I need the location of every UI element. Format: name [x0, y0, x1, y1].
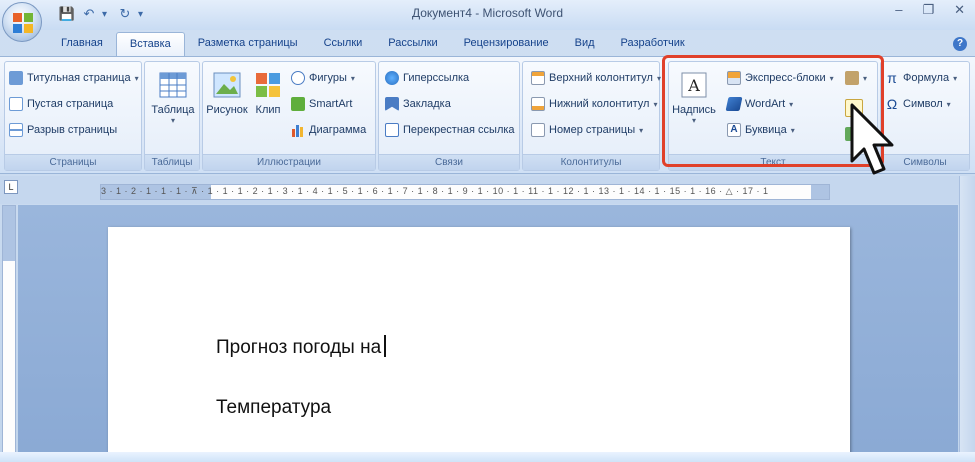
word-window: 💾 ↶ ▾ ↻ ▾ Документ4 - Microsoft Word – ❐…	[0, 0, 975, 462]
shapes-icon	[291, 71, 305, 85]
group-label-links: Связи	[379, 154, 519, 170]
tab-stop-selector[interactable]: L	[4, 180, 18, 194]
tab-insert[interactable]: Вставка	[115, 32, 185, 56]
text-caret	[384, 335, 387, 357]
equation-button[interactable]: π Формула ▾	[885, 68, 957, 88]
group-tables: Таблица ▾ Таблицы	[144, 61, 200, 171]
restore-button[interactable]: ❐	[922, 2, 934, 18]
minimize-button[interactable]: –	[895, 2, 902, 18]
group-links: Гиперссылка Закладка Перекрестная ссылка…	[378, 61, 520, 171]
group-header-footer: Верхний колонтитул ▾ Нижний колонтитул ▾ Н…	[522, 61, 661, 171]
bookmark-button[interactable]: Закладка	[385, 94, 451, 114]
table-icon	[159, 72, 187, 98]
page-break-icon	[9, 123, 23, 137]
document-page[interactable]: Прогноз погоды на Температура	[108, 227, 850, 462]
footer-icon	[531, 97, 545, 111]
chart-icon	[292, 125, 303, 137]
tab-review[interactable]: Рецензирование	[451, 32, 562, 56]
header-icon	[531, 71, 545, 85]
hyperlink-icon	[385, 71, 399, 85]
group-label-header-footer: Колонтитулы	[523, 154, 659, 170]
ribbon-tabs: Главная Вставка Разметка страницы Ссылки…	[48, 32, 698, 56]
mouse-pointer-icon	[850, 103, 894, 175]
pi-icon: π	[887, 70, 897, 86]
cross-reference-icon	[385, 123, 399, 137]
page-number-icon	[531, 123, 545, 137]
window-controls: – ❐ ✕	[895, 2, 965, 18]
horizontal-ruler[interactable]: 3 · 1 · 2 · 1 · 1 · 1 · ⊼ · 1 · 1 · 1 · …	[100, 184, 830, 200]
hyperlink-button[interactable]: Гиперссылка	[385, 68, 469, 88]
cross-reference-button[interactable]: Перекрестная ссылка	[385, 120, 515, 140]
document-line-2[interactable]: Температура	[216, 397, 331, 419]
group-label-tables: Таблицы	[145, 154, 199, 170]
tab-home[interactable]: Главная	[48, 32, 116, 56]
footer-button[interactable]: Нижний колонтитул ▾	[531, 94, 657, 114]
blank-page-button[interactable]: Пустая страница	[9, 94, 113, 114]
vertical-ruler[interactable]	[2, 205, 16, 455]
smartart-button[interactable]: SmartArt	[291, 94, 352, 114]
page-break-button[interactable]: Разрыв страницы	[9, 120, 117, 140]
office-logo-icon	[13, 13, 33, 33]
document-area: Прогноз погоды на Температура	[18, 205, 958, 462]
shapes-button[interactable]: Фигуры ▾	[291, 68, 355, 88]
window-title: Документ4 - Microsoft Word	[411, 6, 564, 20]
office-button[interactable]	[2, 2, 42, 42]
smartart-icon	[291, 97, 305, 111]
blank-page-icon	[9, 97, 23, 111]
group-label-illustrations: Иллюстрации	[203, 154, 375, 170]
close-button[interactable]: ✕	[954, 2, 965, 18]
clip-button[interactable]: Клип	[251, 70, 285, 116]
group-pages: Титульная страница ▾ Пустая страница Разр…	[4, 61, 142, 171]
tab-developer[interactable]: Разработчик	[608, 32, 698, 56]
tab-page-layout[interactable]: Разметка страницы	[185, 32, 311, 56]
picture-button[interactable]: Рисунок	[206, 70, 248, 116]
page-number-button[interactable]: Номер страницы ▾	[531, 120, 643, 140]
group-illustrations: Рисунок Клип Фигуры ▾ SmartArt Диаграмма…	[202, 61, 376, 171]
bottom-strip	[0, 452, 975, 462]
clip-art-icon	[256, 73, 280, 97]
vertical-ruler-top-margin	[3, 206, 15, 261]
group-label-pages: Страницы	[5, 154, 141, 170]
cover-page-icon	[9, 71, 23, 85]
tab-view[interactable]: Вид	[562, 32, 608, 56]
vertical-scrollbar[interactable]	[959, 176, 975, 462]
tab-mailings[interactable]: Рассылки	[375, 32, 450, 56]
picture-icon	[213, 72, 241, 98]
tab-references[interactable]: Ссылки	[311, 32, 376, 56]
table-button[interactable]: Таблица ▾	[151, 70, 195, 125]
cover-page-button[interactable]: Титульная страница ▾	[9, 68, 139, 88]
header-button[interactable]: Верхний колонтитул ▾	[531, 68, 661, 88]
title-bar: 💾 ↶ ▾ ↻ ▾ Документ4 - Microsoft Word – ❐…	[0, 0, 975, 30]
document-line-1[interactable]: Прогноз погоды на	[216, 335, 387, 359]
bookmark-icon	[385, 97, 399, 111]
help-icon[interactable]: ?	[953, 37, 967, 51]
chart-button[interactable]: Диаграмма	[291, 120, 366, 140]
ruler-numbers: 3 · 1 · 2 · 1 · 1 · 1 · ⊼ · 1 · 1 · 1 · …	[101, 186, 769, 196]
